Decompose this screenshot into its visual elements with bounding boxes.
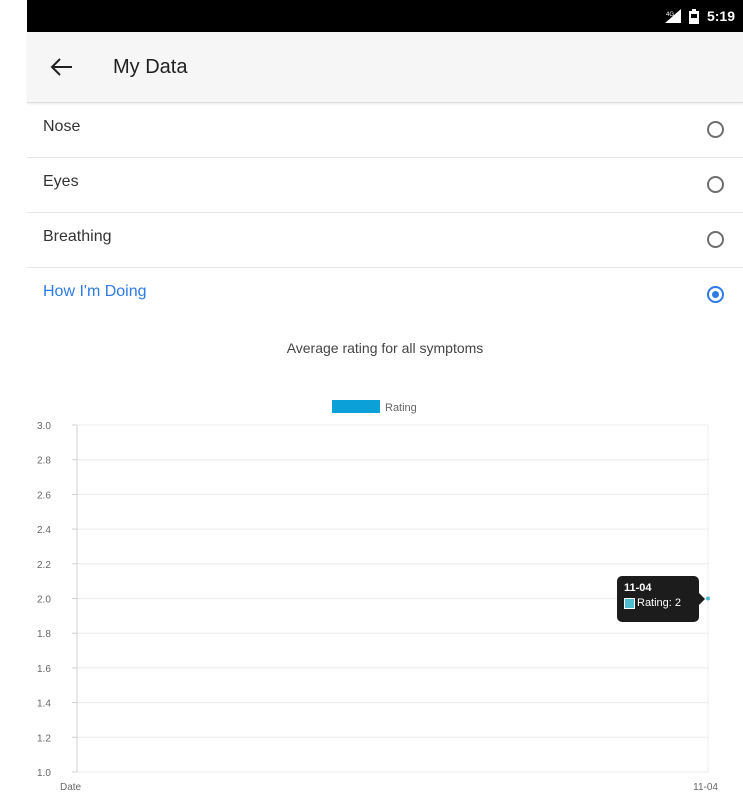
option-label: Eyes (43, 173, 79, 190)
data-point (706, 596, 710, 601)
battery-icon (688, 8, 699, 24)
svg-text:4G: 4G (666, 12, 674, 18)
option-nose[interactable]: Nose (27, 102, 743, 158)
y-tick-label: 2.2 (37, 560, 51, 571)
app-bar: My Data (27, 32, 743, 103)
radio-button-selected[interactable] (707, 286, 724, 303)
app-screen: 4G 5:19 My Data Nose Eyes Breathing How … (27, 0, 743, 793)
tooltip-title: 11-04 (624, 582, 652, 594)
option-how-im-doing[interactable]: How I'm Doing (27, 267, 743, 322)
status-time: 5:19 (706, 8, 735, 24)
y-tick-label: 1.2 (37, 733, 51, 744)
y-tick-label: 3.0 (37, 421, 51, 432)
chart-title: Average rating for all symptoms (286, 340, 484, 356)
tooltip-row: Rating: 2 (624, 597, 692, 609)
option-label: How I'm Doing (43, 283, 147, 300)
y-tick-label: 2.0 (37, 595, 51, 606)
y-tick-label: 1.8 (37, 629, 51, 640)
y-tick-label: 1.6 (37, 664, 51, 675)
option-eyes[interactable]: Eyes (27, 157, 743, 213)
x-axis-label: Date (60, 782, 82, 793)
page-title: My Data (113, 56, 188, 78)
arrow-left-icon[interactable] (47, 54, 77, 80)
radio-button[interactable] (707, 176, 724, 193)
y-tick-label: 2.4 (37, 525, 51, 536)
chart-tooltip: 11-04 Rating: 2 (617, 576, 705, 622)
y-tick-label: 2.6 (37, 490, 51, 501)
status-bar: 4G 5:19 (27, 0, 743, 32)
x-tick-label: 11-04 (693, 782, 718, 793)
radio-button[interactable] (707, 231, 724, 248)
option-label: Nose (43, 118, 81, 135)
left-gutter (0, 0, 27, 793)
tooltip-value: Rating: 2 (637, 597, 682, 609)
radio-button[interactable] (707, 121, 724, 138)
legend-label: Rating (385, 402, 417, 414)
y-tick-label: 2.8 (37, 456, 51, 467)
status-icons: 4G 5:19 (664, 7, 735, 25)
tooltip-swatch (624, 597, 635, 609)
y-tick-label: 1.4 (37, 699, 51, 710)
option-label: Breathing (43, 228, 112, 245)
signal-icon: 4G (664, 9, 681, 23)
legend-swatch (332, 400, 380, 413)
y-tick-label: 1.0 (37, 768, 51, 779)
option-breathing[interactable]: Breathing (27, 212, 743, 268)
